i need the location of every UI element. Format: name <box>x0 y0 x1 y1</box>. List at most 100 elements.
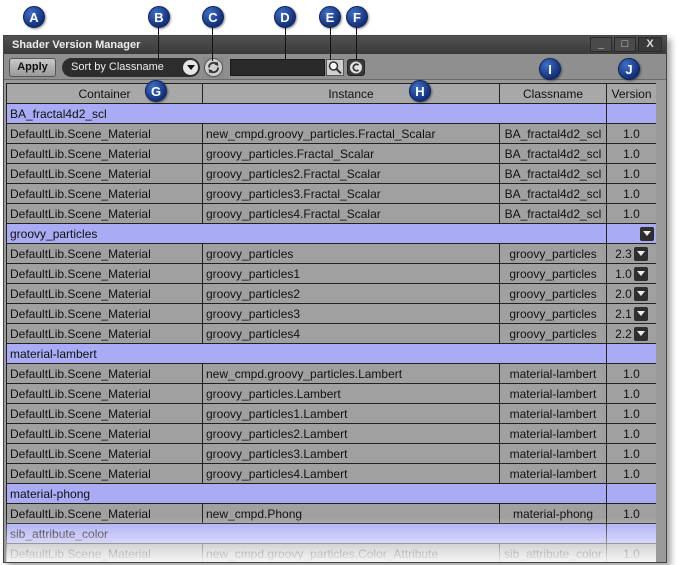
table-row[interactable]: DefaultLib.Scene_Material groovy_particle… <box>6 143 656 164</box>
search-input[interactable] <box>230 59 325 76</box>
close-button[interactable]: X <box>638 37 662 52</box>
cell-classname: BA_fractal4d2_scl <box>499 143 607 164</box>
dropdown-arrow-icon[interactable] <box>640 226 654 241</box>
group-row[interactable]: material-lambert <box>6 343 656 364</box>
cell-classname: material-lambert <box>499 443 607 464</box>
cell-version: 1.0 <box>606 183 656 204</box>
cell-container: DefaultLib.Scene_Material <box>6 323 203 344</box>
shader-version-manager-window: Shader Version Manager _ □ X Apply Sort … <box>3 35 667 563</box>
cell-version[interactable]: 2.1 <box>606 303 656 324</box>
cell-container: DefaultLib.Scene_Material <box>6 123 203 144</box>
cell-version[interactable]: 2.3 <box>606 243 656 264</box>
table-row[interactable]: DefaultLib.Scene_Material new_cmpd.Phong m… <box>6 503 656 524</box>
magnifier-icon <box>328 61 342 75</box>
cell-classname: material-lambert <box>499 423 607 444</box>
cell-version[interactable]: 1.0 <box>606 263 656 284</box>
table-row[interactable]: DefaultLib.Scene_Material groovy_particle… <box>6 243 656 264</box>
apply-button[interactable]: Apply <box>9 58 56 77</box>
cell-classname: BA_fractal4d2_scl <box>499 163 607 184</box>
cell-classname: groovy_particles <box>499 303 607 324</box>
cell-container: DefaultLib.Scene_Material <box>6 363 203 384</box>
group-version-cell <box>606 223 656 244</box>
sort-by-select[interactable]: Sort by Classname <box>62 58 200 77</box>
shader-version-grid: Container Instance Classname Version BA_… <box>6 83 656 562</box>
cell-instance: groovy_particles.Lambert <box>202 383 500 404</box>
table-row[interactable]: DefaultLib.Scene_Material new_cmpd.groovy… <box>6 543 656 562</box>
search-button[interactable] <box>326 59 344 76</box>
clear-search-button[interactable] <box>347 59 365 76</box>
callout-f: F <box>346 6 368 28</box>
cell-version: 1.0 <box>606 423 656 444</box>
version-value: 2.0 <box>615 286 632 301</box>
table-row[interactable]: DefaultLib.Scene_Material groovy_particle… <box>6 263 656 284</box>
cell-classname: material-lambert <box>499 383 607 404</box>
cell-container: DefaultLib.Scene_Material <box>6 503 203 524</box>
table-row[interactable]: DefaultLib.Scene_Material new_cmpd.groovy… <box>6 363 656 384</box>
table-row[interactable]: DefaultLib.Scene_Material groovy_particle… <box>6 323 656 344</box>
cell-version: 1.0 <box>606 543 656 562</box>
table-row[interactable]: DefaultLib.Scene_Material groovy_particle… <box>6 383 656 404</box>
callout-d-leader <box>285 27 286 60</box>
table-row[interactable]: DefaultLib.Scene_Material groovy_particle… <box>6 283 656 304</box>
column-header-classname[interactable]: Classname <box>499 83 607 104</box>
table-row[interactable]: DefaultLib.Scene_Material groovy_particle… <box>6 183 656 204</box>
table-row[interactable]: DefaultLib.Scene_Material groovy_particle… <box>6 443 656 464</box>
cell-instance: new_cmpd.groovy_particles.Color_Attribut… <box>202 543 500 562</box>
callout-e: E <box>319 6 341 28</box>
version-value: 1.0 <box>623 126 640 141</box>
table-row[interactable]: DefaultLib.Scene_Material groovy_particle… <box>6 403 656 424</box>
cell-instance: new_cmpd.groovy_particles.Fractal_Scalar <box>202 123 500 144</box>
version-value: 2.3 <box>615 246 632 261</box>
group-name: sib_attribute_color <box>6 523 607 544</box>
column-header-container[interactable]: Container <box>6 83 203 104</box>
group-row[interactable]: material-phong <box>6 483 656 504</box>
cell-container: DefaultLib.Scene_Material <box>6 383 203 404</box>
version-value: 1.0 <box>615 266 632 281</box>
group-row[interactable]: sib_attribute_color <box>6 523 656 544</box>
table-row[interactable]: DefaultLib.Scene_Material groovy_particle… <box>6 163 656 184</box>
cell-version: 1.0 <box>606 403 656 424</box>
dropdown-arrow-icon[interactable] <box>633 266 648 281</box>
group-row[interactable]: BA_fractal4d2_scl <box>6 103 656 124</box>
chevron-down-icon <box>183 60 198 75</box>
refresh-button[interactable] <box>203 57 224 78</box>
column-header-instance[interactable]: Instance <box>202 83 500 104</box>
cell-instance: new_cmpd.groovy_particles.Lambert <box>202 363 500 384</box>
dropdown-arrow-icon[interactable] <box>633 326 648 341</box>
table-row[interactable]: DefaultLib.Scene_Material new_cmpd.groovy… <box>6 123 656 144</box>
cell-version[interactable]: 2.2 <box>606 323 656 344</box>
cell-instance: groovy_particles3.Fractal_Scalar <box>202 183 500 204</box>
group-name: BA_fractal4d2_scl <box>6 103 607 124</box>
minimize-button[interactable]: _ <box>590 37 612 52</box>
cell-classname: material-phong <box>499 503 607 524</box>
table-row[interactable]: DefaultLib.Scene_Material groovy_particle… <box>6 303 656 324</box>
column-header-version[interactable]: Version <box>606 83 656 104</box>
cell-version: 1.0 <box>606 383 656 404</box>
table-body: BA_fractal4d2_scl DefaultLib.Scene_Materi… <box>6 103 656 562</box>
table-row[interactable]: DefaultLib.Scene_Material groovy_particle… <box>6 463 656 484</box>
cell-container: DefaultLib.Scene_Material <box>6 423 203 444</box>
dropdown-arrow-icon[interactable] <box>633 286 648 301</box>
cell-container: DefaultLib.Scene_Material <box>6 543 203 562</box>
dropdown-arrow-icon[interactable] <box>633 306 648 321</box>
group-name: groovy_particles <box>6 223 607 244</box>
cell-version: 1.0 <box>606 123 656 144</box>
cell-classname: groovy_particles <box>499 263 607 284</box>
cell-classname: BA_fractal4d2_scl <box>499 123 607 144</box>
table-row[interactable]: DefaultLib.Scene_Material groovy_particle… <box>6 203 656 224</box>
group-row[interactable]: groovy_particles <box>6 223 656 244</box>
version-value: 1.0 <box>623 386 640 401</box>
table-row[interactable]: DefaultLib.Scene_Material groovy_particle… <box>6 423 656 444</box>
window-titlebar[interactable]: Shader Version Manager _ □ X <box>4 36 666 54</box>
dropdown-arrow-icon[interactable] <box>633 246 648 261</box>
callout-f-leader <box>356 27 357 60</box>
maximize-button[interactable]: □ <box>614 37 636 52</box>
version-value: 1.0 <box>623 186 640 201</box>
window-title: Shader Version Manager <box>12 39 141 51</box>
cell-version[interactable]: 2.0 <box>606 283 656 304</box>
cell-version: 1.0 <box>606 363 656 384</box>
cell-instance: groovy_particles2 <box>202 283 500 304</box>
cell-container: DefaultLib.Scene_Material <box>6 263 203 284</box>
cell-instance: groovy_particles <box>202 243 500 264</box>
callout-g: G <box>145 80 167 102</box>
